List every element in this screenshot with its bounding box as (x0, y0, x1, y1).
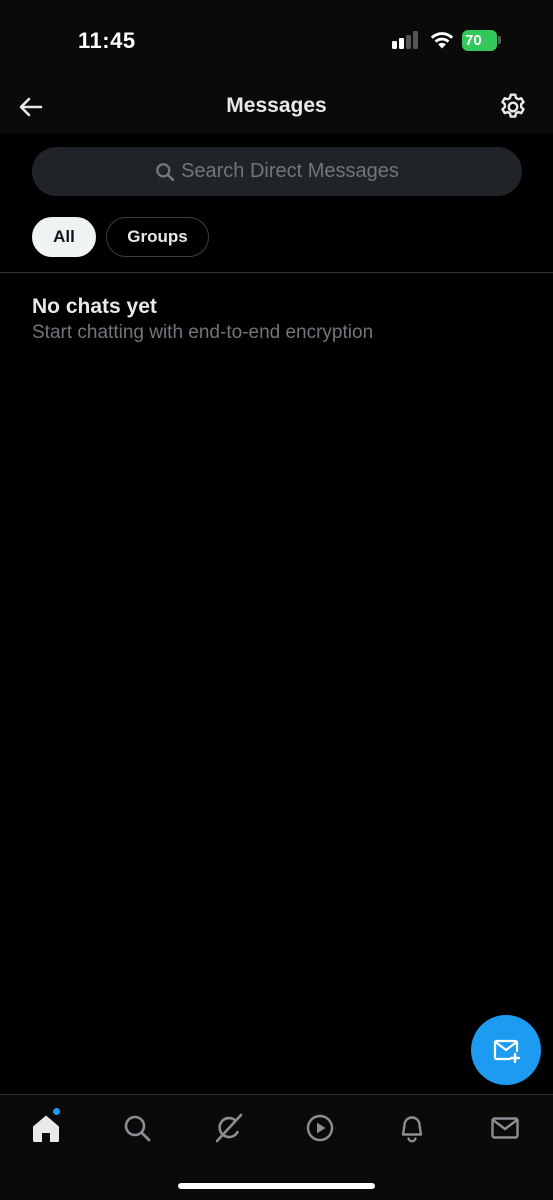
status-bar: 11:45 70 (0, 0, 553, 80)
play-icon (306, 1114, 334, 1142)
search-icon (124, 1115, 151, 1142)
page-title: Messages (226, 94, 327, 117)
search-input[interactable]: Search Direct Messages (32, 147, 522, 196)
filter-chip-groups[interactable]: Groups (106, 217, 209, 257)
nav-home[interactable] (29, 1111, 63, 1145)
home-indicator[interactable] (178, 1183, 375, 1189)
empty-state-subtitle: Start chatting with end-to-end encryptio… (32, 322, 374, 343)
settings-button[interactable] (497, 91, 529, 123)
mail-icon (491, 1117, 519, 1139)
gear-icon (501, 93, 525, 118)
home-notification-dot (53, 1108, 60, 1115)
nav-grok[interactable] (212, 1111, 246, 1145)
nav-messages[interactable] (488, 1111, 522, 1145)
new-message-icon (493, 1039, 521, 1064)
empty-state-title: No chats yet (32, 295, 157, 318)
status-time: 11:45 (78, 28, 136, 53)
battery-cap (498, 36, 501, 44)
header: Messages (0, 80, 553, 134)
new-message-button[interactable] (471, 1015, 541, 1085)
home-icon (33, 1115, 59, 1142)
divider (0, 272, 553, 273)
cellular-signal-icon (392, 31, 420, 54)
bell-icon (401, 1116, 423, 1143)
filter-chip-all[interactable]: All (32, 217, 96, 257)
battery-level: 70 (465, 32, 482, 49)
nav-video[interactable] (303, 1111, 337, 1145)
grok-icon (215, 1113, 243, 1143)
search-icon (156, 162, 175, 181)
messages-screen: 11:45 70 Messages Search Direct Messages… (0, 0, 553, 1200)
nav-search[interactable] (120, 1111, 154, 1145)
search-placeholder: Search Direct Messages (181, 160, 399, 182)
wifi-icon (429, 30, 455, 55)
nav-notifications[interactable] (395, 1111, 429, 1145)
battery-indicator: 70 (462, 30, 497, 51)
